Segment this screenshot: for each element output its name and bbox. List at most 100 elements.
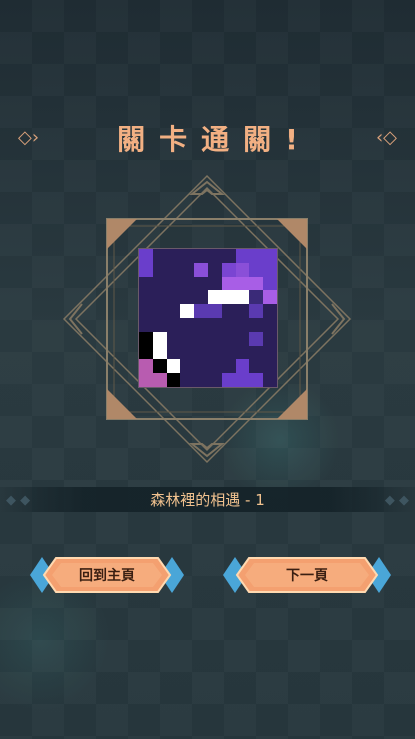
puzzle-pixel [152,262,167,277]
puzzle-pixel [208,249,222,263]
puzzle-pixel [152,249,167,263]
puzzle-pixel [166,262,181,277]
puzzle-pixel [194,304,208,318]
puzzle-pixel [249,345,264,360]
puzzle-pixel [152,290,167,305]
puzzle-pixel [139,345,153,360]
puzzle-pixel [208,345,222,360]
puzzle-pixel [139,318,153,332]
puzzle-pixel [235,359,250,374]
puzzle-pixel [249,290,264,305]
puzzle-pixel [166,276,181,291]
puzzle-pixel [194,359,208,374]
puzzle-pixel [235,345,250,360]
puzzle-pixel [194,345,208,360]
puzzle-pixel [139,276,153,291]
next-page-button[interactable]: 下一頁 [221,554,393,596]
puzzle-pixel [249,304,264,318]
puzzle-pixel [263,304,277,318]
puzzle-pixel [235,276,250,291]
puzzle-pixel [208,318,222,332]
puzzle-pixel [139,290,153,305]
puzzle-pixel [221,304,236,318]
puzzle-pixel [249,276,264,291]
puzzle-pixel [221,373,236,387]
puzzle-pixel [263,262,277,277]
puzzle-pixel [180,345,195,360]
puzzle-pixel [180,290,195,305]
home-button[interactable]: 回到主頁 [28,554,186,596]
puzzle-pixel [180,331,195,346]
next-page-button-label: 下一頁 [286,568,328,584]
puzzle-pixel [249,249,264,263]
puzzle-pixel [249,359,264,374]
puzzle-pixel [152,331,167,346]
puzzle-pixel [221,249,236,263]
puzzle-pixel [180,276,195,291]
puzzle-pixel [180,318,195,332]
puzzle-pixel [152,345,167,360]
puzzle-pixel [221,262,236,277]
puzzle-pixel [152,304,167,318]
puzzle-pixel [221,345,236,360]
puzzle-pixel [263,359,277,374]
puzzle-pixel [208,359,222,374]
puzzle-pixel [180,249,195,263]
puzzle-pixel [152,359,167,374]
puzzle-pixel [263,290,277,305]
puzzle-pixel [249,262,264,277]
puzzle-pixel [166,345,181,360]
puzzle-pixel [194,249,208,263]
puzzle-pixel [194,373,208,387]
puzzle-pixel [235,331,250,346]
puzzle-pixel [208,276,222,291]
puzzle-pixel [139,373,153,387]
puzzle-pixel [166,249,181,263]
puzzle-pixel [139,249,153,263]
puzzle-pixel [180,359,195,374]
puzzle-pixel [139,304,153,318]
puzzle-pixel [235,304,250,318]
puzzle-pixel [263,331,277,346]
puzzle-pixel [180,304,195,318]
puzzle-pixel [166,290,181,305]
puzzle-pixel [235,290,250,305]
puzzle-pixel [235,262,250,277]
puzzle-pixel [139,331,153,346]
puzzle-pixel [263,249,277,263]
home-button-label: 回到主頁 [79,568,135,584]
puzzle-pixel [263,318,277,332]
puzzle-pixel [180,262,195,277]
puzzle-pixel [152,373,167,387]
puzzle-pixel [194,318,208,332]
puzzle-pixel [208,331,222,346]
puzzle-pixel [166,359,181,374]
puzzle-pixel [166,373,181,387]
puzzle-pixel [249,318,264,332]
puzzle-pixel [166,304,181,318]
puzzle-pixel [221,318,236,332]
puzzle-pixel [235,373,250,387]
puzzle-pixel [263,373,277,387]
puzzle-pixel [166,318,181,332]
puzzle-pixel [139,359,153,374]
puzzle-pixel [221,331,236,346]
puzzle-pixel [152,318,167,332]
puzzle-pixel [249,331,264,346]
puzzle-pixel [235,318,250,332]
arrow-diamond-left-icon: ‹◇ [375,127,397,148]
puzzle-pixel [221,276,236,291]
puzzle-pixel [221,359,236,374]
puzzle-pixel [139,262,153,277]
puzzle-pixel [208,304,222,318]
puzzle-pixel [194,331,208,346]
puzzle-pixel [235,249,250,263]
puzzle-pixel [263,276,277,291]
puzzle-pixel [152,276,167,291]
stage-clear-title: 關卡通關! [117,123,312,156]
puzzle-pixel [194,262,208,277]
puzzle-pixel [263,345,277,360]
level-name: 森林裡的相遇 - 1 [150,491,265,509]
puzzle-pixel [208,290,222,305]
puzzle-pixel [194,290,208,305]
